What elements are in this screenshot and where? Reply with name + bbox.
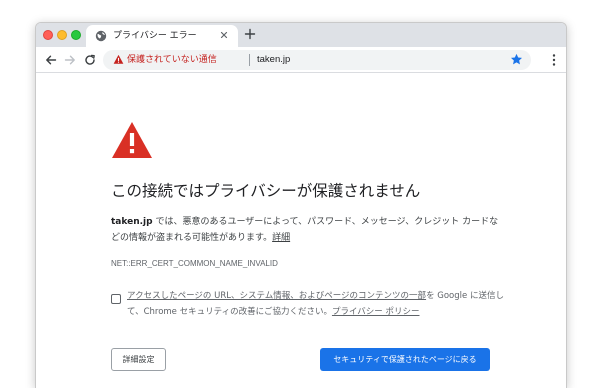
page-title: この接続ではプライバシーが保護されません bbox=[111, 182, 421, 200]
error-explanation: taken.jp では、悪意のあるユーザーによって、パスワード、メッセージ、クレ… bbox=[111, 214, 503, 246]
window-close-button[interactable] bbox=[43, 30, 53, 40]
back-arrow-icon[interactable] bbox=[44, 53, 58, 67]
forward-arrow-icon[interactable] bbox=[63, 53, 77, 67]
advanced-settings-button[interactable]: 詳細設定 bbox=[111, 348, 166, 371]
omnibox-divider bbox=[249, 54, 250, 66]
window-maximize-button[interactable] bbox=[71, 30, 81, 40]
browser-toolbar: 保護されていない通信 taken.jp bbox=[36, 47, 566, 73]
explanation-hostname: taken.jp bbox=[111, 217, 153, 227]
window-minimize-button[interactable] bbox=[57, 30, 67, 40]
kebab-menu-icon[interactable] bbox=[552, 53, 556, 67]
close-icon[interactable] bbox=[218, 29, 230, 41]
reload-icon[interactable] bbox=[83, 53, 97, 67]
address-bar[interactable]: 保護されていない通信 taken.jp bbox=[103, 50, 531, 70]
explanation-text: では、悪意のあるユーザーによって、パスワード、メッセージ、クレジット カードなど… bbox=[111, 217, 499, 243]
security-status-label[interactable]: 保護されていない通信 bbox=[127, 54, 217, 66]
warning-icon[interactable] bbox=[113, 54, 124, 65]
browser-window: プライバシー エラー 保護されていない通信 taken.jp この接続ではプライ… bbox=[35, 22, 567, 388]
new-tab-plus-icon[interactable] bbox=[243, 27, 257, 41]
safe-browsing-optin-label: アクセスしたページの URL、システム情報、およびページのコンテンツの一部を G… bbox=[127, 288, 507, 320]
globe-icon bbox=[95, 30, 107, 42]
safe-browsing-optin-checkbox[interactable] bbox=[111, 294, 121, 304]
optin-link-url-info[interactable]: アクセスしたページの URL、システム情報、およびページのコンテンツの一部 bbox=[127, 291, 426, 301]
details-link[interactable]: 詳細 bbox=[272, 233, 290, 243]
privacy-policy-link[interactable]: プライバシー ポリシー bbox=[332, 307, 420, 317]
tab-title: プライバシー エラー bbox=[113, 31, 197, 41]
danger-warning-icon bbox=[112, 122, 152, 158]
tab-strip: プライバシー エラー bbox=[36, 23, 566, 47]
bookmark-star-icon[interactable] bbox=[510, 53, 523, 66]
error-code: NET::ERR_CERT_COMMON_NAME_INVALID bbox=[111, 259, 278, 268]
interstitial-page: この接続ではプライバシーが保護されません taken.jp では、悪意のあるユー… bbox=[36, 74, 566, 388]
url-text[interactable]: taken.jp bbox=[257, 54, 290, 66]
tab-privacy-error[interactable]: プライバシー エラー bbox=[86, 25, 238, 47]
back-to-safety-button[interactable]: セキュリティで保護されたページに戻る bbox=[320, 348, 490, 371]
